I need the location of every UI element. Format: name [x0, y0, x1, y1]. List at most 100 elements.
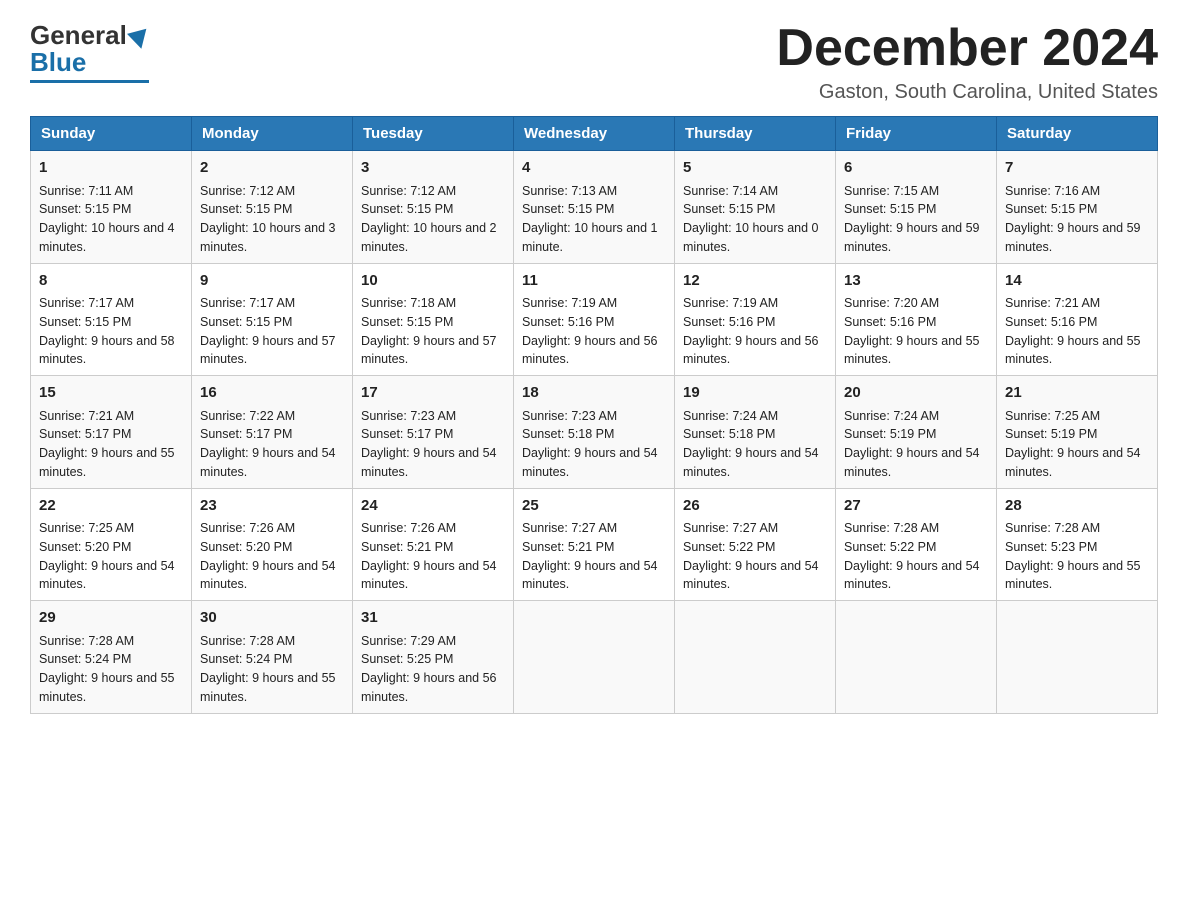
day-cell-20: 20Sunrise: 7:24 AMSunset: 5:19 PMDayligh… — [836, 376, 997, 489]
sunrise-label: Sunrise: 7:13 AM — [522, 182, 666, 201]
day-number: 5 — [683, 157, 827, 180]
day-number: 25 — [522, 495, 666, 518]
page-header: General Blue December 2024 Gaston, South… — [30, 20, 1158, 104]
day-number: 18 — [522, 382, 666, 405]
day-number: 21 — [1005, 382, 1149, 405]
day-cell-21: 21Sunrise: 7:25 AMSunset: 5:19 PMDayligh… — [997, 376, 1158, 489]
day-cell-16: 16Sunrise: 7:22 AMSunset: 5:17 PMDayligh… — [192, 376, 353, 489]
daylight-label: Daylight: 9 hours and 54 minutes. — [361, 444, 505, 482]
sunset-label: Sunset: 5:15 PM — [361, 313, 505, 332]
sunrise-label: Sunrise: 7:27 AM — [683, 519, 827, 538]
header-day-friday: Friday — [836, 117, 997, 151]
sunrise-label: Sunrise: 7:26 AM — [200, 519, 344, 538]
sunrise-label: Sunrise: 7:12 AM — [361, 182, 505, 201]
logo: General Blue — [30, 20, 149, 83]
daylight-label: Daylight: 9 hours and 54 minutes. — [361, 557, 505, 595]
sunset-label: Sunset: 5:16 PM — [1005, 313, 1149, 332]
day-cell-12: 12Sunrise: 7:19 AMSunset: 5:16 PMDayligh… — [675, 263, 836, 376]
sunset-label: Sunset: 5:15 PM — [844, 200, 988, 219]
sunset-label: Sunset: 5:24 PM — [200, 650, 344, 669]
daylight-label: Daylight: 10 hours and 3 minutes. — [200, 219, 344, 257]
day-number: 11 — [522, 270, 666, 293]
sunrise-label: Sunrise: 7:12 AM — [200, 182, 344, 201]
day-number: 6 — [844, 157, 988, 180]
day-cell-2: 2Sunrise: 7:12 AMSunset: 5:15 PMDaylight… — [192, 151, 353, 264]
day-cell-15: 15Sunrise: 7:21 AMSunset: 5:17 PMDayligh… — [31, 376, 192, 489]
sunrise-label: Sunrise: 7:14 AM — [683, 182, 827, 201]
empty-cell — [514, 601, 675, 714]
day-cell-4: 4Sunrise: 7:13 AMSunset: 5:15 PMDaylight… — [514, 151, 675, 264]
day-number: 23 — [200, 495, 344, 518]
daylight-label: Daylight: 9 hours and 54 minutes. — [683, 444, 827, 482]
sunrise-label: Sunrise: 7:19 AM — [683, 294, 827, 313]
sunrise-label: Sunrise: 7:21 AM — [39, 407, 183, 426]
day-number: 31 — [361, 607, 505, 630]
header-day-thursday: Thursday — [675, 117, 836, 151]
logo-triangle-icon — [127, 28, 151, 51]
day-number: 28 — [1005, 495, 1149, 518]
day-cell-31: 31Sunrise: 7:29 AMSunset: 5:25 PMDayligh… — [353, 601, 514, 714]
sunrise-label: Sunrise: 7:17 AM — [200, 294, 344, 313]
day-cell-29: 29Sunrise: 7:28 AMSunset: 5:24 PMDayligh… — [31, 601, 192, 714]
daylight-label: Daylight: 9 hours and 55 minutes. — [844, 332, 988, 370]
day-number: 19 — [683, 382, 827, 405]
day-cell-23: 23Sunrise: 7:26 AMSunset: 5:20 PMDayligh… — [192, 488, 353, 601]
day-cell-10: 10Sunrise: 7:18 AMSunset: 5:15 PMDayligh… — [353, 263, 514, 376]
sunset-label: Sunset: 5:18 PM — [683, 425, 827, 444]
daylight-label: Daylight: 9 hours and 54 minutes. — [39, 557, 183, 595]
header-day-tuesday: Tuesday — [353, 117, 514, 151]
sunrise-label: Sunrise: 7:16 AM — [1005, 182, 1149, 201]
header-row: SundayMondayTuesdayWednesdayThursdayFrid… — [31, 117, 1158, 151]
daylight-label: Daylight: 10 hours and 1 minute. — [522, 219, 666, 257]
day-cell-22: 22Sunrise: 7:25 AMSunset: 5:20 PMDayligh… — [31, 488, 192, 601]
logo-underline — [30, 80, 149, 83]
daylight-label: Daylight: 9 hours and 58 minutes. — [39, 332, 183, 370]
daylight-label: Daylight: 9 hours and 55 minutes. — [39, 669, 183, 707]
sunset-label: Sunset: 5:22 PM — [844, 538, 988, 557]
sunrise-label: Sunrise: 7:17 AM — [39, 294, 183, 313]
daylight-label: Daylight: 9 hours and 54 minutes. — [683, 557, 827, 595]
header-day-monday: Monday — [192, 117, 353, 151]
sunrise-label: Sunrise: 7:20 AM — [844, 294, 988, 313]
day-cell-19: 19Sunrise: 7:24 AMSunset: 5:18 PMDayligh… — [675, 376, 836, 489]
sunrise-label: Sunrise: 7:28 AM — [39, 632, 183, 651]
day-number: 9 — [200, 270, 344, 293]
day-number: 14 — [1005, 270, 1149, 293]
sunset-label: Sunset: 5:16 PM — [683, 313, 827, 332]
daylight-label: Daylight: 9 hours and 57 minutes. — [200, 332, 344, 370]
week-row-5: 29Sunrise: 7:28 AMSunset: 5:24 PMDayligh… — [31, 601, 1158, 714]
sunset-label: Sunset: 5:24 PM — [39, 650, 183, 669]
day-cell-27: 27Sunrise: 7:28 AMSunset: 5:22 PMDayligh… — [836, 488, 997, 601]
daylight-label: Daylight: 9 hours and 55 minutes. — [39, 444, 183, 482]
sunrise-label: Sunrise: 7:15 AM — [844, 182, 988, 201]
header-day-saturday: Saturday — [997, 117, 1158, 151]
week-row-4: 22Sunrise: 7:25 AMSunset: 5:20 PMDayligh… — [31, 488, 1158, 601]
daylight-label: Daylight: 10 hours and 0 minutes. — [683, 219, 827, 257]
day-cell-7: 7Sunrise: 7:16 AMSunset: 5:15 PMDaylight… — [997, 151, 1158, 264]
header-day-sunday: Sunday — [31, 117, 192, 151]
day-number: 1 — [39, 157, 183, 180]
week-row-1: 1 Sunrise: 7:11 AM Sunset: 5:15 PM Daylight… — [31, 151, 1158, 264]
daylight-label: Daylight: 9 hours and 54 minutes. — [200, 557, 344, 595]
day-number: 27 — [844, 495, 988, 518]
day-cell-9: 9Sunrise: 7:17 AMSunset: 5:15 PMDaylight… — [192, 263, 353, 376]
sunset-label: Sunset: 5:19 PM — [1005, 425, 1149, 444]
day-cell-13: 13Sunrise: 7:20 AMSunset: 5:16 PMDayligh… — [836, 263, 997, 376]
day-cell-25: 25Sunrise: 7:27 AMSunset: 5:21 PMDayligh… — [514, 488, 675, 601]
sunset-label: Sunset: 5:16 PM — [522, 313, 666, 332]
day-cell-17: 17Sunrise: 7:23 AMSunset: 5:17 PMDayligh… — [353, 376, 514, 489]
day-number: 3 — [361, 157, 505, 180]
sunset-label: Sunset: 5:15 PM — [1005, 200, 1149, 219]
sunrise-label: Sunrise: 7:22 AM — [200, 407, 344, 426]
sunset-label: Sunset: 5:17 PM — [361, 425, 505, 444]
day-number: 7 — [1005, 157, 1149, 180]
title-area: December 2024 Gaston, South Carolina, Un… — [776, 20, 1158, 104]
daylight-label: Daylight: 9 hours and 56 minutes. — [361, 669, 505, 707]
logo-blue-text: Blue — [30, 47, 86, 78]
sunrise-label: Sunrise: 7:23 AM — [522, 407, 666, 426]
sunset-label: Sunset: 5:17 PM — [200, 425, 344, 444]
day-cell-3: 3Sunrise: 7:12 AMSunset: 5:15 PMDaylight… — [353, 151, 514, 264]
day-cell-8: 8Sunrise: 7:17 AMSunset: 5:15 PMDaylight… — [31, 263, 192, 376]
day-cell-5: 5Sunrise: 7:14 AMSunset: 5:15 PMDaylight… — [675, 151, 836, 264]
sunrise-label: Sunrise: 7:11 AM — [39, 182, 183, 201]
